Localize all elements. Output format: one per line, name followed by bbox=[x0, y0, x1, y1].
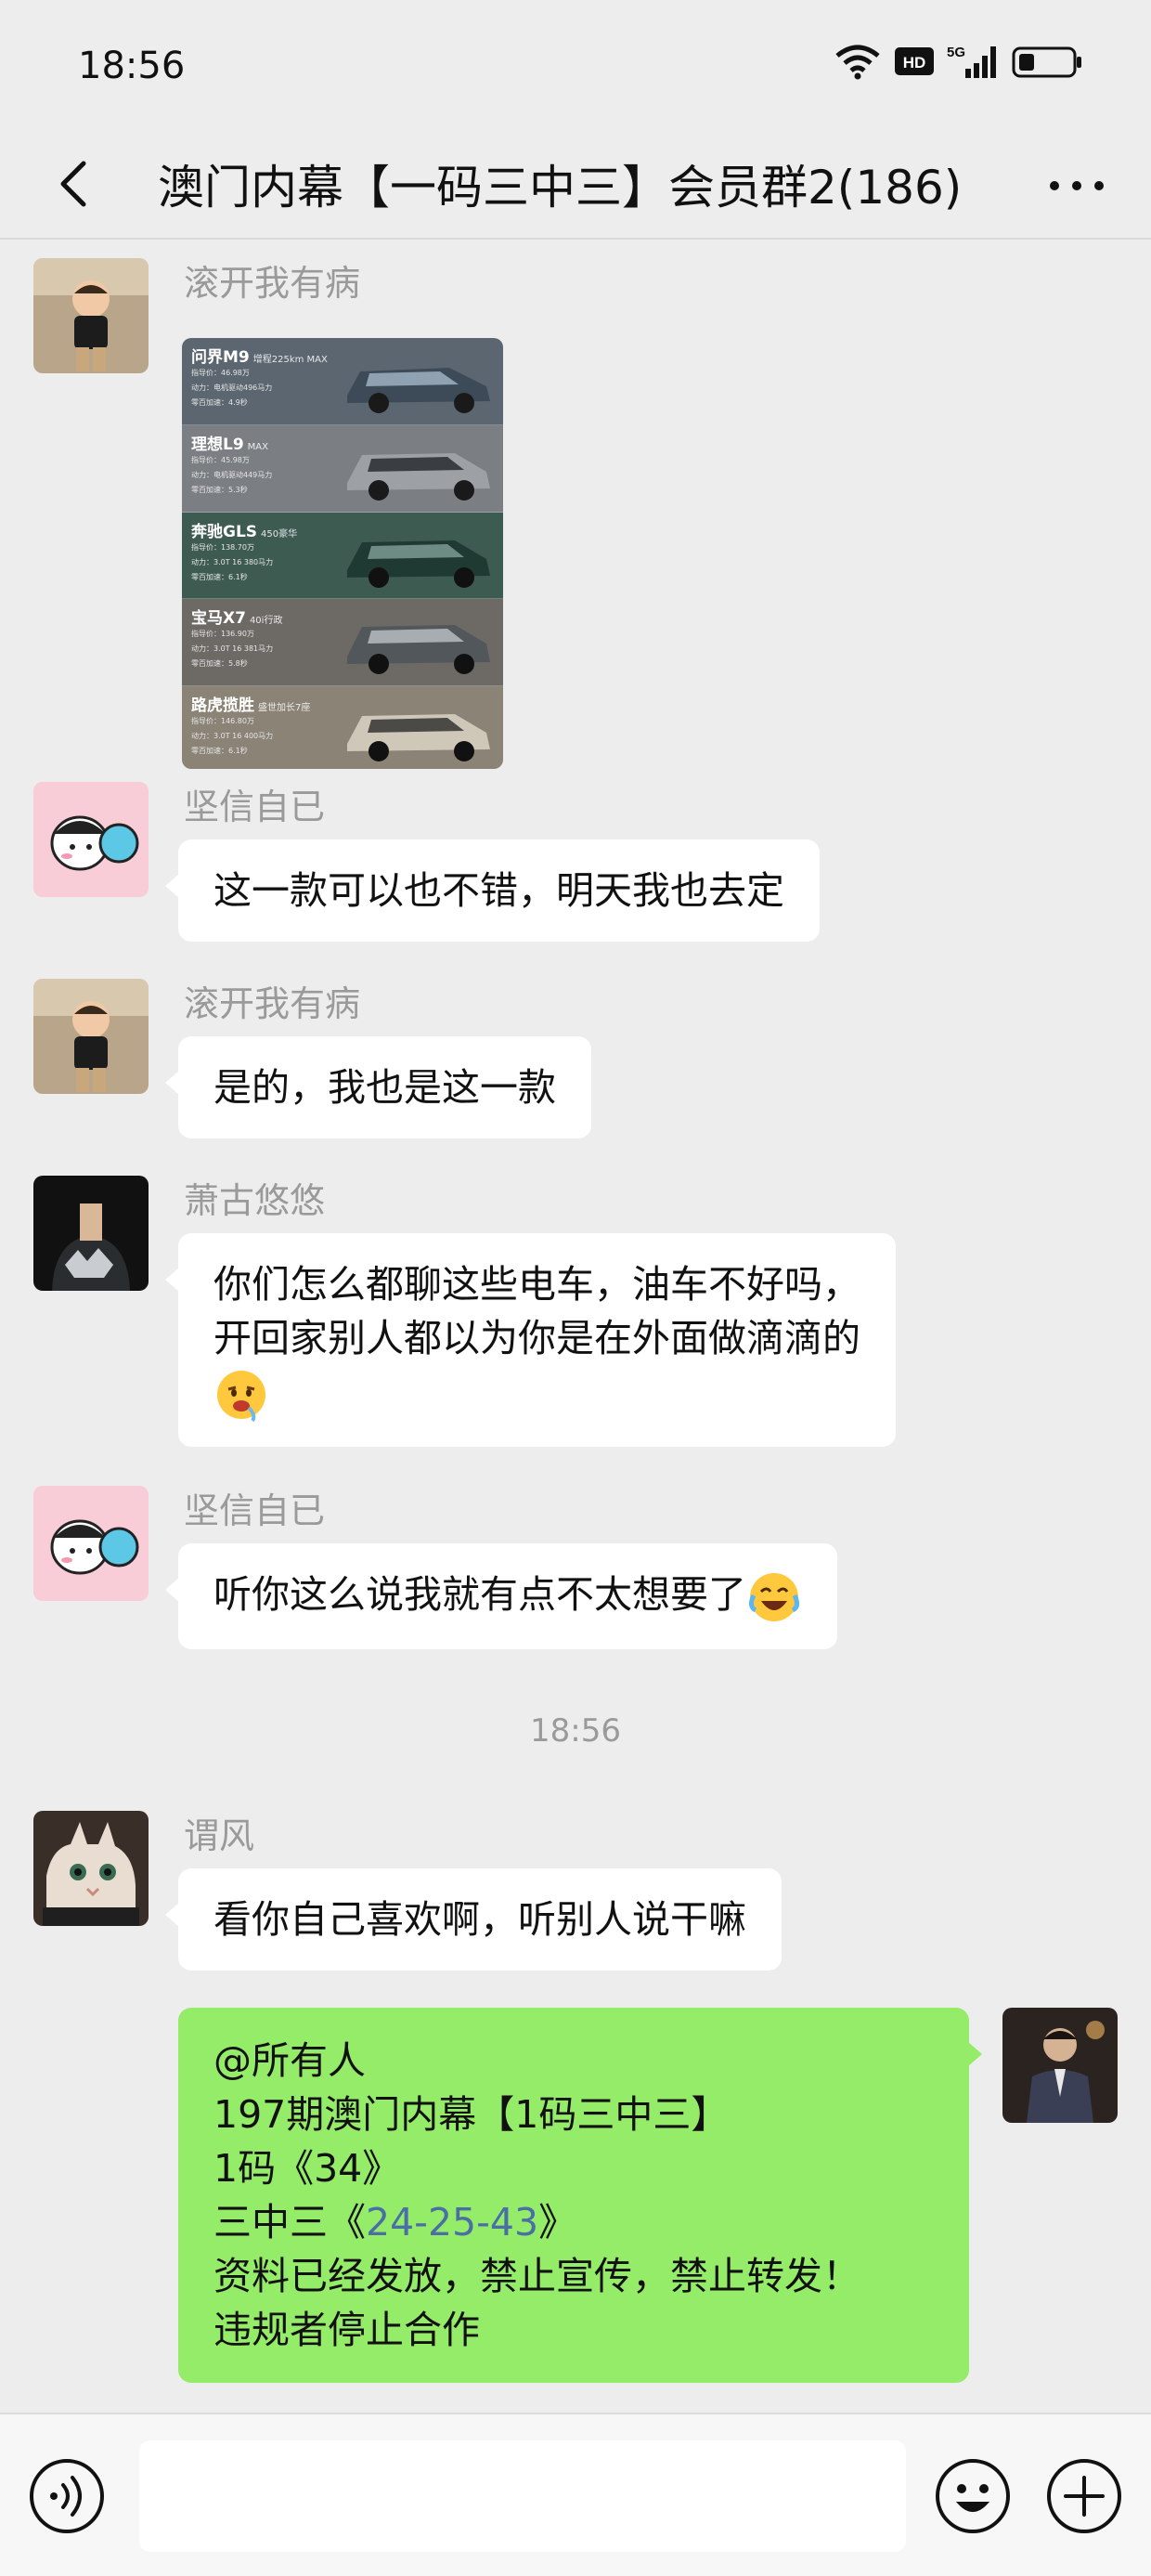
message-line: 你们怎么都聊这些电车，油车不好吗， bbox=[213, 1262, 860, 1307]
car-name: 路虎揽胜 bbox=[191, 696, 254, 716]
wifi-icon bbox=[835, 45, 880, 80]
drooling-face-icon bbox=[217, 1371, 265, 1423]
car-name: 宝马X7 bbox=[191, 609, 246, 629]
car-photo bbox=[347, 540, 490, 588]
chat-header: 澳门内幕【一码三中三】会员群2(186) bbox=[0, 130, 1151, 240]
sender-name: 滚开我有病 bbox=[184, 263, 361, 304]
message-line: 违规者停止合作 bbox=[213, 2308, 480, 2352]
avatar-self[interactable] bbox=[1002, 2008, 1118, 2123]
car-row: 问界M9 增程225km MAX 指导价：46.98万 动力：电机驱动496马力 … bbox=[182, 338, 503, 425]
message-text: 听你这么说我就有点不太想要了 bbox=[213, 1572, 746, 1617]
car-row: 路虎揽胜 盛世加长7座 指导价：146.80万 动力：3.0T 16 400马力 … bbox=[182, 686, 503, 769]
car-spec: 指导价：45.98万 bbox=[191, 455, 250, 464]
car-spec: 指导价：138.70万 bbox=[191, 542, 254, 552]
car-photo bbox=[347, 452, 490, 501]
avatar[interactable] bbox=[33, 1486, 149, 1601]
car-variant: 增程225km MAX bbox=[252, 355, 328, 365]
avatar[interactable] bbox=[33, 258, 149, 373]
car-row: 奔驰GLS 450豪华 指导价：138.70万 动力：3.0T 16 380马力 … bbox=[182, 512, 503, 600]
avatar[interactable] bbox=[33, 1176, 149, 1291]
message-bubble[interactable]: 你们怎么都聊这些电车，油车不好吗， 开回家别人都以为你是在外面做滴滴的 bbox=[165, 1233, 896, 1447]
hd-label: HD bbox=[903, 54, 926, 72]
chat-title: 澳门内幕【一码三中三】会员群2(186) bbox=[158, 161, 963, 215]
message-text: 三中三《 bbox=[213, 2200, 366, 2244]
car-name: 奔驰GLS bbox=[191, 522, 258, 541]
message-line: 开回家别人都以为你是在外面做滴滴的 bbox=[213, 1316, 860, 1360]
message-line: 197期澳门内幕【1码三中三】 bbox=[213, 2092, 730, 2137]
plus-icon[interactable] bbox=[1045, 2457, 1123, 2535]
car-spec: 指导价：46.98万 bbox=[191, 369, 250, 377]
message-line: 资料已经发放，禁止宣传，禁止转发！ bbox=[213, 2254, 860, 2298]
car-photo bbox=[347, 368, 490, 413]
car-photo bbox=[347, 625, 490, 675]
car-name: 理想L9 bbox=[191, 435, 244, 454]
message-line: 三中三《24-25-43》 bbox=[213, 2195, 934, 2249]
more-dots-icon[interactable] bbox=[1040, 147, 1114, 221]
avatar[interactable] bbox=[33, 782, 149, 897]
message-bubble[interactable]: 是的，我也是这一款 bbox=[165, 1036, 591, 1138]
car-spec: 动力：3.0T 16 380马力 bbox=[191, 557, 274, 566]
timestamp: 18:56 bbox=[530, 1712, 621, 1750]
message-bubble[interactable]: 听你这么说我就有点不太想要了 bbox=[165, 1543, 837, 1649]
status-bar: 18:56 HD 5G bbox=[0, 0, 1151, 130]
sender-name: 谓风 bbox=[184, 1815, 255, 1856]
car-variant: 450豪华 bbox=[261, 528, 298, 540]
car-variant: 盛世加长7座 bbox=[258, 703, 311, 714]
avatar[interactable] bbox=[33, 979, 149, 1094]
car-comparison-image[interactable]: 问界M9 增程225km MAX 指导价：46.98万 动力：电机驱动496马力 … bbox=[182, 338, 503, 769]
sender-name: 滚开我有病 bbox=[184, 983, 361, 1024]
hd-icon: HD bbox=[895, 47, 934, 75]
crying-laughing-icon bbox=[748, 1573, 800, 1621]
car-spec: 动力：电机驱动449马力 bbox=[191, 470, 273, 479]
message-bubble[interactable]: 看你自己喜欢啊，听别人说干嘛 bbox=[165, 1868, 782, 1971]
car-spec: 零百加速：6.1秒 bbox=[191, 747, 248, 756]
5g-signal-icon: 5G bbox=[947, 45, 996, 78]
car-spec: 动力：3.0T 16 400马力 bbox=[191, 732, 274, 741]
network-label: 5G bbox=[947, 45, 965, 60]
message-line: 1码《34》 bbox=[213, 2146, 401, 2191]
car-row: 宝马X7 40i行政 指导价：136.90万 动力：3.0T 16 381马力 零… bbox=[182, 599, 503, 687]
emoji-icon[interactable] bbox=[934, 2457, 1012, 2535]
message-line: @所有人 bbox=[213, 2038, 366, 2083]
car-variant: MAX bbox=[247, 441, 268, 452]
car-name: 问界M9 bbox=[191, 348, 250, 367]
car-spec: 零百加速：5.8秒 bbox=[191, 659, 248, 669]
car-spec: 动力：电机驱动496马力 bbox=[191, 384, 273, 392]
car-spec: 零百加速：6.1秒 bbox=[191, 572, 248, 581]
car-spec: 零百加速：4.9秒 bbox=[191, 398, 248, 407]
car-spec: 指导价：146.80万 bbox=[191, 717, 254, 726]
battery-icon bbox=[1012, 46, 1081, 78]
input-bar bbox=[0, 2413, 1151, 2576]
car-spec: 零百加速：5.3秒 bbox=[191, 485, 248, 494]
sender-name: 坚信自已 bbox=[184, 1490, 326, 1531]
avatar[interactable] bbox=[33, 1811, 149, 1926]
message-text: 》 bbox=[538, 2200, 577, 2244]
number-link[interactable]: 24-25-43 bbox=[366, 2200, 538, 2244]
sender-name: 萧古悠悠 bbox=[184, 1180, 326, 1221]
message-bubble-self[interactable]: @所有人 197期澳门内幕【1码三中三】 1码《34》 三中三《24-25-43… bbox=[178, 2008, 982, 2383]
status-icons: HD 5G bbox=[834, 43, 1082, 80]
car-spec: 动力：3.0T 16 381马力 bbox=[191, 644, 274, 654]
voice-icon[interactable] bbox=[28, 2457, 106, 2535]
chevron-left-icon[interactable] bbox=[37, 147, 111, 221]
car-spec: 指导价：136.90万 bbox=[191, 630, 254, 639]
message-input[interactable] bbox=[139, 2440, 906, 2552]
sender-name: 坚信自已 bbox=[184, 787, 326, 827]
message-bubble[interactable]: 这一款可以也不错，明天我也去定 bbox=[165, 839, 820, 942]
car-row: 理想L9 MAX 指导价：45.98万 动力：电机驱动449马力 零百加速：5.3… bbox=[182, 424, 503, 513]
car-variant: 40i行政 bbox=[249, 616, 283, 627]
status-time: 18:56 bbox=[78, 45, 186, 87]
car-photo bbox=[347, 714, 490, 762]
